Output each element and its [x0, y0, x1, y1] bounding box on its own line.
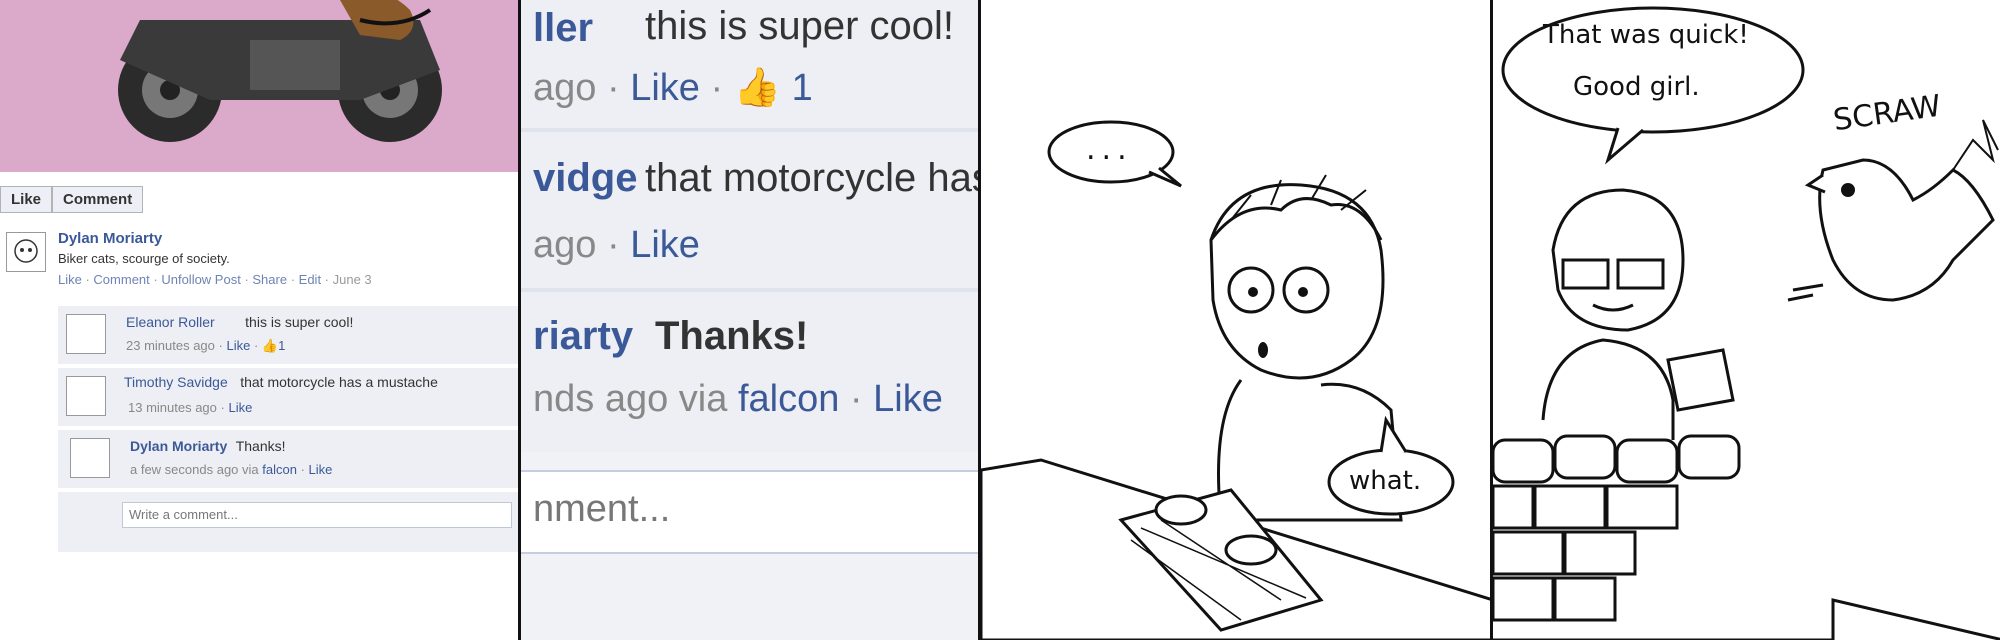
comment-button[interactable]: Comment: [52, 186, 144, 213]
thumbs-up-icon: 👍: [261, 338, 279, 353]
comment-item: Dylan Moriarty Thanks! a few seconds ago…: [58, 430, 518, 488]
zoom-commenter-name[interactable]: riarty: [533, 314, 633, 359]
post-actions: Like · Comment · Unfollow Post · Share ·…: [58, 272, 372, 287]
zoom-comment-1: ller this is super cool! ago · Like · 👍 …: [521, 0, 978, 128]
write-comment-input[interactable]: Write a comment...: [122, 502, 512, 528]
zoom-commenter-name[interactable]: vidge: [533, 156, 637, 201]
comment-time: a few seconds ago via: [130, 462, 259, 477]
post-text: Biker cats, scourge of society.: [58, 251, 230, 266]
comment-item: Eleanor Roller this is super cool! 23 mi…: [58, 306, 518, 364]
zoom-comment-text: that motorcycle has: [645, 156, 978, 200]
comic-panel-falcon: That was quick! Good girl. SCRAW: [1490, 0, 2000, 640]
comment-text: Thanks!: [235, 438, 286, 454]
speech-bubble-line-2: Good girl.: [1573, 72, 1700, 102]
unfollow-post-link[interactable]: Unfollow Post: [161, 272, 240, 287]
post-date: June 3: [332, 272, 372, 287]
write-comment-area: Write a comment...: [58, 492, 518, 552]
commenter-avatar[interactable]: [66, 376, 106, 416]
comment-item: Timothy Savidge that motorcycle has a mu…: [58, 368, 518, 426]
zoom-write-placeholder: nment...: [533, 488, 671, 530]
like-button[interactable]: Like: [0, 186, 53, 213]
post-comment-link[interactable]: Comment: [93, 272, 149, 287]
thumbs-up-icon: 👍: [733, 67, 782, 109]
edit-link[interactable]: Edit: [299, 272, 321, 287]
thought-bubble-text: ...: [1086, 132, 1133, 167]
commenter-name[interactable]: Timothy Savidge: [124, 374, 228, 390]
speech-bubble-line-1: That was quick!: [1543, 20, 1749, 50]
commenter-avatar[interactable]: [70, 438, 110, 478]
zoom-like-count[interactable]: 1: [792, 67, 813, 109]
post-photo[interactable]: [0, 0, 518, 172]
zoom-commenter-name[interactable]: ller: [533, 6, 593, 51]
facebook-post-panel: Like Comment Dylan Moriarty Biker cats, …: [0, 0, 518, 640]
comment-like-link[interactable]: Like: [226, 338, 250, 353]
zoom-comment-time: ago: [533, 224, 597, 266]
motorcycle-cat-drawing: [118, 0, 442, 142]
zoomed-comments-panel: ller this is super cool! ago · Like · 👍 …: [518, 0, 978, 640]
zoom-like-link[interactable]: Like: [630, 224, 700, 266]
post-like-link[interactable]: Like: [58, 272, 82, 287]
comment-time: 13 minutes ago: [128, 400, 217, 415]
share-link[interactable]: Share: [252, 272, 287, 287]
commenter-name[interactable]: Eleanor Roller: [126, 314, 215, 330]
comment-time: 23 minutes ago: [126, 338, 215, 353]
comment-like-link[interactable]: Like: [309, 462, 333, 477]
zoom-comment-text: Thanks!: [655, 314, 809, 358]
zoom-comment-time: nds ago via: [533, 378, 728, 420]
commenter-avatar[interactable]: [66, 314, 106, 354]
like-count[interactable]: 1: [278, 338, 285, 353]
commenter-name[interactable]: Dylan Moriarty: [130, 438, 227, 454]
speech-bubble-text: what.: [1349, 466, 1422, 496]
comic-panel-typing: ... what.: [978, 0, 1490, 640]
via-app-link[interactable]: falcon: [262, 462, 297, 477]
zoom-like-link[interactable]: Like: [630, 67, 700, 109]
zoom-comment-2: vidge that motorcycle has ago · Like: [521, 132, 978, 288]
zoom-comment-3: riarty Thanks! nds ago via falcon · Like: [521, 292, 978, 452]
comment-text: that motorcycle has a mustache: [240, 374, 438, 390]
zoom-like-link[interactable]: Like: [873, 378, 943, 420]
post-action-bar: Like Comment: [0, 186, 144, 213]
zoom-write-comment[interactable]: nment...: [521, 470, 978, 554]
zoom-comment-text: this is super cool!: [645, 4, 955, 48]
zoom-comment-time: ago: [533, 67, 597, 109]
zoom-via-link[interactable]: falcon: [738, 378, 839, 420]
author-avatar[interactable]: [6, 232, 46, 272]
comment-like-link[interactable]: Like: [228, 400, 252, 415]
post-author[interactable]: Dylan Moriarty: [58, 230, 372, 247]
comment-text: this is super cool!: [245, 314, 354, 330]
typing-character-drawing: [981, 120, 1490, 640]
